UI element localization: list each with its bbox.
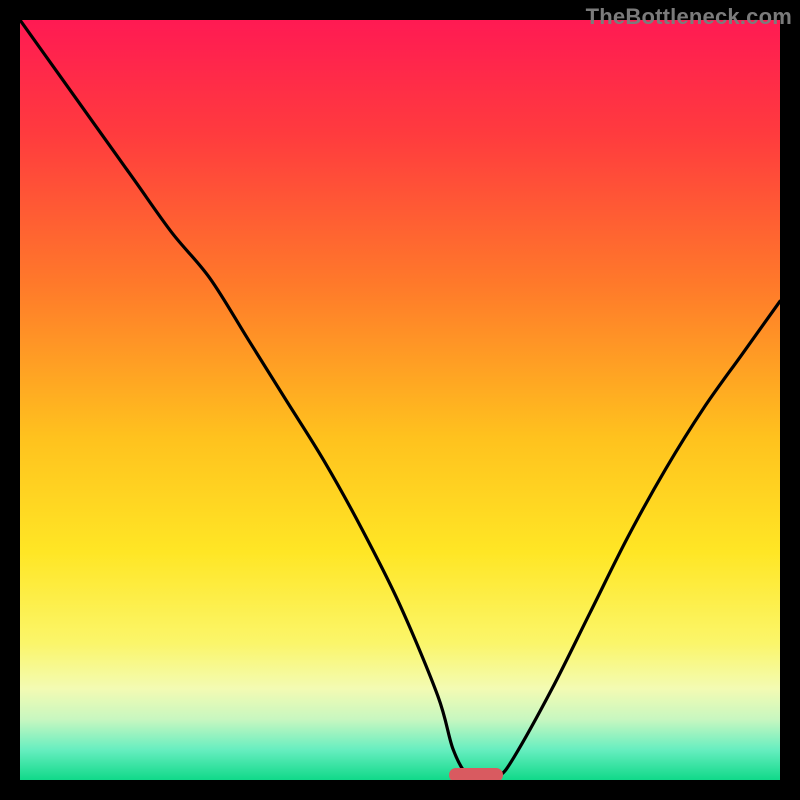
bottleneck-curve xyxy=(20,20,780,780)
watermark-text: TheBottleneck.com xyxy=(586,4,792,30)
optimal-marker xyxy=(449,768,502,780)
chart-frame: TheBottleneck.com xyxy=(0,0,800,800)
plot-area xyxy=(20,20,780,780)
